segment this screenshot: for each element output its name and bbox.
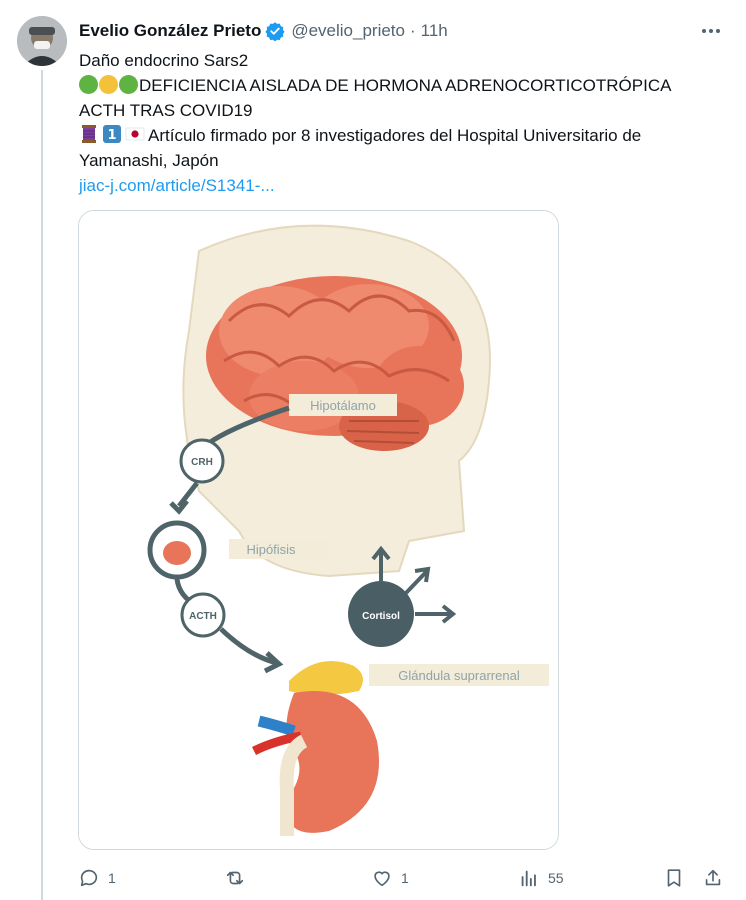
tweet-line-3: ACTH TRAS COVID19 (79, 101, 253, 120)
author-handle[interactable]: @evelio_prieto (291, 21, 405, 41)
reply-count: 1 (108, 870, 116, 886)
views-button[interactable]: 55 (518, 860, 564, 896)
separator-dot: · (409, 21, 416, 40)
more-options-button[interactable] (696, 18, 726, 44)
bookmark-icon (667, 869, 681, 887)
tweet-line-4: 1 Artículo firmado por 8 investigadores … (79, 123, 719, 148)
views-count: 55 (548, 870, 564, 886)
reply-button[interactable]: 1 (78, 860, 116, 896)
acth-label: ACTH (189, 611, 217, 622)
tweet-line-2: DEFICIENCIA AISLADA DE HORMONA ADRENOCOR… (79, 73, 719, 98)
tweet-image[interactable]: Hipotálamo CRH Hipófisis ACTH Cortisol G… (78, 210, 559, 850)
adrenal-label: Glándula suprarrenal (398, 668, 520, 683)
thread-spool-icon (82, 125, 96, 143)
reply-icon (80, 869, 98, 887)
green-circle-icon (79, 75, 98, 94)
views-icon (521, 870, 536, 887)
bookmark-button[interactable] (663, 860, 685, 896)
heart-icon (374, 871, 390, 887)
more-icon-dot (702, 29, 706, 33)
tweet-header: Evelio González Prieto @evelio_prieto · … (79, 18, 726, 44)
cortisol-label: Cortisol (362, 611, 400, 622)
yellow-circle-icon (99, 75, 118, 94)
svg-text:1: 1 (107, 128, 116, 143)
pituitary-icon (163, 541, 191, 565)
retweet-icon (226, 871, 244, 885)
timestamp[interactable]: 11h (421, 21, 448, 41)
hypothalamus-label: Hipotálamo (310, 398, 376, 413)
author-name[interactable]: Evelio González Prieto (79, 21, 261, 41)
retweet-button[interactable] (224, 860, 254, 896)
tweet-line-5: Yamanashi, Japón (79, 151, 219, 170)
green-circle-icon (119, 75, 138, 94)
tweet-line-4-text: Artículo firmado por 8 investigadores de… (148, 126, 642, 145)
tweet-line-1: Daño endocrino Sars2 (79, 51, 249, 70)
endocrine-diagram: Hipotálamo CRH Hipófisis ACTH Cortisol G… (79, 211, 558, 849)
avatar[interactable] (17, 16, 67, 66)
article-link[interactable]: jiac-j.com/article/S1341-... (79, 173, 719, 198)
keycap-1-icon: 1 (103, 125, 121, 143)
crh-label: CRH (191, 457, 213, 468)
verified-badge-icon (265, 22, 285, 41)
like-button[interactable]: 1 (371, 860, 409, 896)
tweet-actions: 1 1 55 (78, 860, 728, 896)
share-icon (705, 869, 721, 886)
like-count: 1 (401, 870, 409, 886)
share-button[interactable] (702, 860, 724, 896)
tweet-line-2-text: DEFICIENCIA AISLADA DE HORMONA ADRENOCOR… (139, 76, 672, 95)
pituitary-label: Hipófisis (246, 542, 296, 557)
japan-flag-icon (125, 127, 145, 141)
avatar-photo (17, 16, 67, 66)
tweet-text: Daño endocrino Sars2 DEFICIENCIA AISLADA… (79, 48, 719, 198)
thread-line (41, 70, 43, 900)
